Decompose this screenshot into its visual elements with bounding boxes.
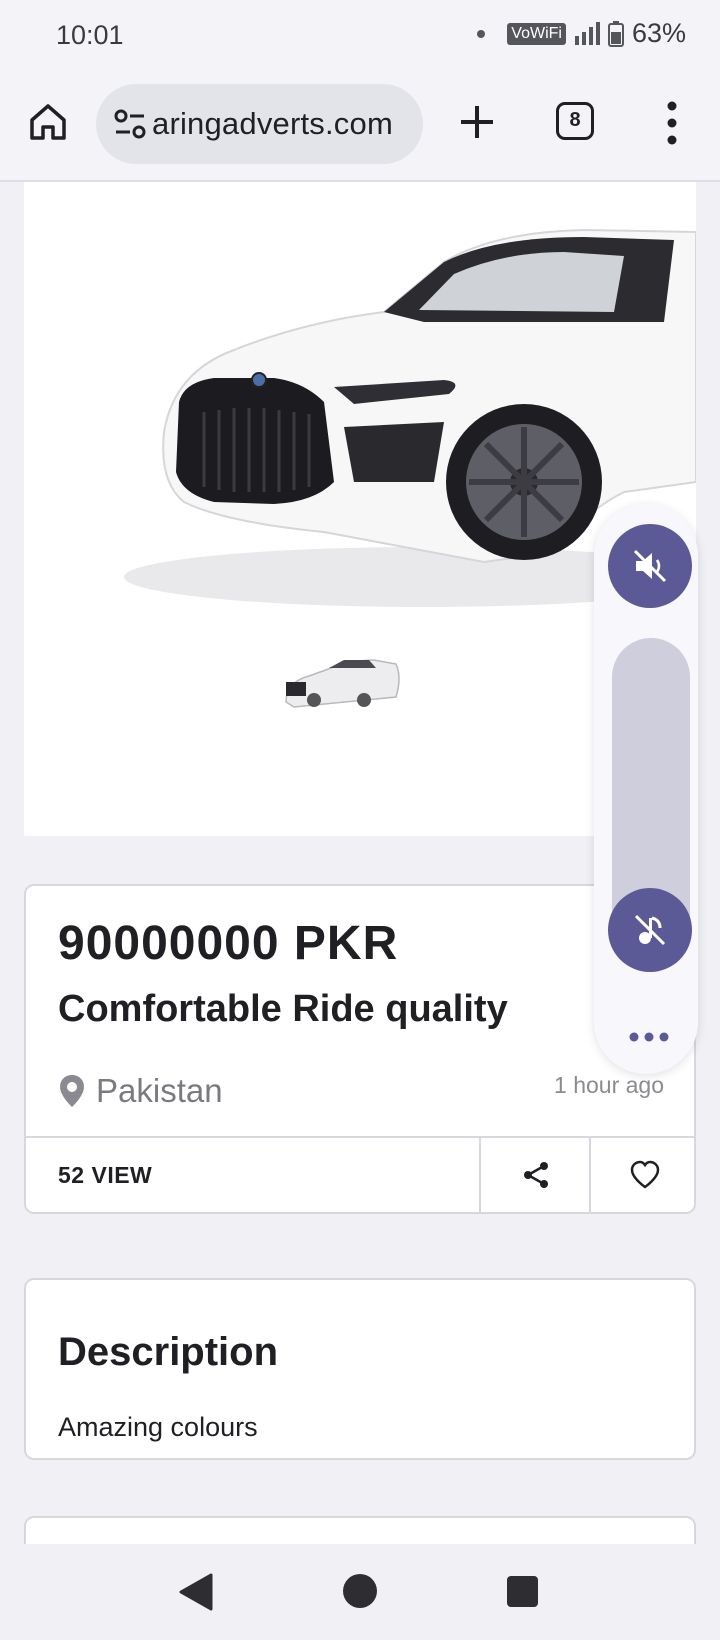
- car-thumbnail[interactable]: [285, 659, 400, 708]
- notification-dot-icon: [477, 29, 486, 38]
- view-count: 52 VIEW: [58, 1162, 153, 1188]
- battery-percent: 63%: [631, 18, 686, 48]
- new-tab-icon[interactable]: [455, 100, 499, 144]
- signal-icon: [574, 21, 600, 45]
- music-muted-icon: [634, 914, 666, 946]
- share-icon: [524, 1162, 548, 1188]
- volume-muted-icon: [633, 549, 667, 583]
- home-nav-button[interactable]: [343, 1574, 377, 1608]
- url-text[interactable]: aringadverts.com: [152, 84, 413, 164]
- next-card: [24, 1516, 696, 1544]
- listing-price: 90000000 PKR: [58, 917, 399, 970]
- location-pin-icon: [60, 1075, 84, 1107]
- music-volume-button[interactable]: [608, 888, 692, 972]
- share-button[interactable]: [479, 1138, 591, 1212]
- address-bar[interactable]: aringadverts.com: [96, 84, 423, 164]
- recents-nav-button[interactable]: [507, 1576, 538, 1607]
- browser-toolbar: aringadverts.com 8: [0, 72, 720, 182]
- location-text: Pakistan: [96, 1072, 223, 1109]
- home-icon[interactable]: [28, 102, 68, 142]
- listing-title: Comfortable Ride quality: [58, 988, 508, 1030]
- status-time: 10:01: [56, 20, 124, 50]
- favorite-button[interactable]: [589, 1138, 698, 1212]
- listing-location: Pakistan: [58, 1072, 223, 1110]
- status-bar: 10:01 VoWiFi 63%: [0, 0, 720, 72]
- page-content: 90000000 PKR Comfortable Ride quality Pa…: [0, 182, 720, 1544]
- description-card: Description Amazing colours: [24, 1278, 696, 1460]
- posted-time: 1 hour ago: [554, 1072, 664, 1098]
- system-navigation-bar: [0, 1544, 720, 1640]
- mute-toggle-button[interactable]: [608, 524, 692, 608]
- battery-icon: [607, 20, 624, 47]
- more-dots-icon[interactable]: [624, 1029, 674, 1045]
- description-text: Amazing colours: [58, 1412, 258, 1442]
- tab-switcher-button[interactable]: 8: [556, 102, 594, 140]
- heart-icon: [630, 1160, 659, 1189]
- vowifi-badge: VoWiFi: [507, 22, 566, 45]
- back-icon[interactable]: [178, 1572, 214, 1612]
- description-heading: Description: [58, 1330, 279, 1374]
- site-settings-icon[interactable]: [112, 106, 148, 142]
- volume-panel: [594, 504, 698, 1074]
- listing-actions: 52 VIEW: [26, 1136, 694, 1212]
- status-icons: VoWiFi 63%: [477, 18, 686, 49]
- more-options-icon[interactable]: [660, 98, 684, 148]
